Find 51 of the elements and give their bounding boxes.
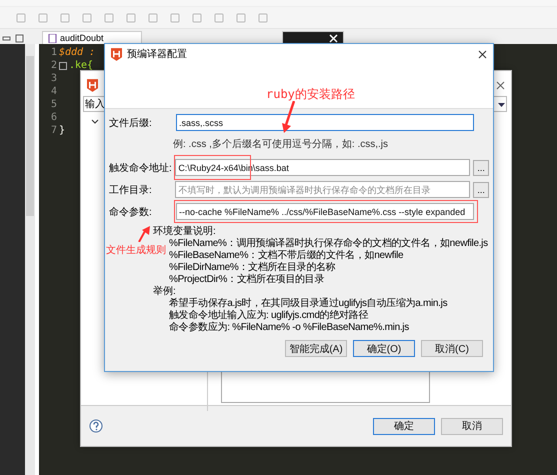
close-icon[interactable] <box>478 50 487 58</box>
line-number: 4 <box>50 86 58 97</box>
help-text: 命令参数应为: %FileName% -o %FileBaseName%.min.js <box>169 322 409 334</box>
app-icon <box>87 78 98 92</box>
annotation-text: 文件生成规则 <box>106 244 166 257</box>
code-text: } <box>59 125 66 136</box>
dialog-button[interactable]: 确定(O) <box>353 340 415 357</box>
dialog-title: 预编译器配置 <box>127 48 188 61</box>
input-field[interactable]: .sass,.scss <box>176 114 474 131</box>
close-icon[interactable] <box>496 80 505 90</box>
help-text: %FileBaseName%：文档不带后缀的文件名，如newfile <box>169 250 404 262</box>
dialog-button[interactable]: 确定 <box>373 418 435 434</box>
line-number: 1 <box>50 47 58 58</box>
editor-tab[interactable] <box>282 31 344 44</box>
dialog-button[interactable]: 取消(C) <box>421 340 483 357</box>
arrow <box>281 101 295 133</box>
fold-icon[interactable] <box>59 62 67 70</box>
field-label: 文件后缀: <box>109 116 153 130</box>
help-icon[interactable] <box>89 419 103 433</box>
dialog-button[interactable]: 取消 <box>441 418 503 434</box>
hint-text: 例: .css ,多个后缀名可使用逗号分隔，如: .css,.js <box>172 138 390 151</box>
app-icon <box>111 48 122 60</box>
field-label: 触发命令地址: <box>109 162 172 174</box>
help-text: 触发命令地址输入应为: uglifyjs.cmd的绝对路径 <box>169 310 368 322</box>
annotation-text: ruby的安装路径 <box>266 86 355 103</box>
line-number: 6 <box>50 112 58 123</box>
minimize-icon[interactable] <box>2 34 11 42</box>
section-heading: 环境变量说明: <box>153 226 216 238</box>
line-number: 7 <box>50 125 58 136</box>
section-heading: 举例: <box>153 286 176 298</box>
code-text: .ke{ <box>69 60 94 71</box>
scrollbar[interactable] <box>25 44 35 475</box>
field-label: 工作目录: <box>109 184 153 196</box>
line-number: 2 <box>50 60 58 71</box>
help-text: 希望手动保存a.js时，在其同级目录通过uglifyjs自动压缩为a.min.js <box>169 298 448 310</box>
line-number: 3 <box>50 73 58 84</box>
arrow <box>138 226 150 242</box>
help-text: %FileDirName%：文档所在目录的名称 <box>169 262 336 274</box>
editor-tab[interactable]: auditDoubt <box>42 31 142 44</box>
chevron-icon[interactable] <box>91 119 99 125</box>
maximize-icon[interactable] <box>15 34 24 42</box>
browse-button[interactable]: ... <box>473 160 489 176</box>
dialog-button[interactable]: 智能完成(A) <box>285 340 347 357</box>
line-number: 5 <box>50 99 58 110</box>
field-label: 命令参数: <box>109 206 153 218</box>
input-field[interactable]: --no-cache %FileName% ../css/%FileBaseName%.css --style expanded <box>176 203 474 220</box>
browse-button[interactable]: ... <box>473 182 489 198</box>
help-text: %ProjectDir%：文档所在项目的目录 <box>169 274 324 286</box>
code-text: $ddd : <box>59 47 96 58</box>
help-text: %FileName%：调用预编译器时执行保存命令的文档的文件名，如newfile.js <box>169 238 488 250</box>
input-field[interactable]: 不填写时，默认为调用预编译器时执行保存命令的文档所在目录 <box>175 181 470 198</box>
